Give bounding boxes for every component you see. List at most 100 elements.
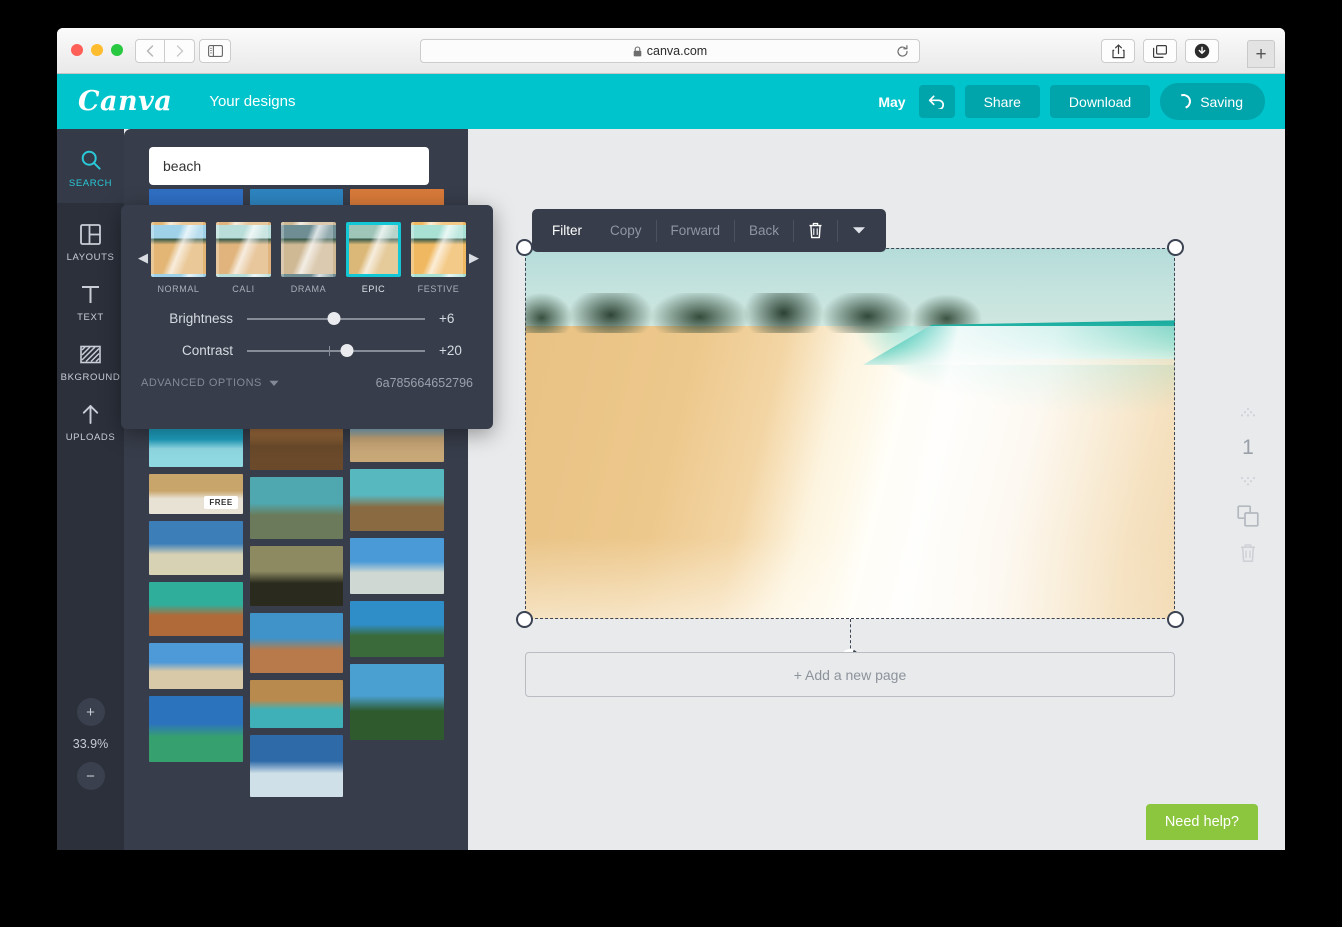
resize-handle-bottom-left[interactable] [516,611,533,628]
filter-option-epic[interactable]: EPIC [346,222,401,294]
search-result-thumbnail[interactable] [149,582,243,636]
resize-handle-top-left[interactable] [516,239,533,256]
filter-prev-icon[interactable]: ◀ [135,250,151,266]
search-result-thumbnail[interactable] [149,521,243,575]
undo-button[interactable] [918,85,955,118]
chevron-up-dotted-icon[interactable] [1238,407,1258,420]
resize-handle-top-right[interactable] [1167,239,1184,256]
downloads-icon[interactable] [1185,39,1219,63]
advanced-options-button[interactable]: ADVANCED OPTIONS [141,377,279,389]
sidebar-toggle-icon[interactable] [199,39,231,63]
filter-name-label: NORMAL [157,284,200,294]
filter-option-festive[interactable]: FESTIVE [411,222,466,294]
brightness-slider-row: Brightness +6 [121,311,493,326]
left-rail: SEARCH LAYOUTS TEXT BKGROUND UPLOADS + 3… [57,129,124,850]
sidebar-item-search[interactable]: SEARCH [57,129,124,203]
search-result-thumbnail[interactable] [350,469,444,531]
search-result-thumbnail[interactable] [249,546,344,606]
search-result-thumbnail[interactable] [249,735,344,797]
design-canvas[interactable]: Filter Copy Forward Back + Add a new pag… [468,129,1285,850]
your-designs-link[interactable]: Your designs [209,93,295,110]
search-result-thumbnail[interactable] [149,696,243,762]
filter-option-normal[interactable]: NORMAL [151,222,206,294]
download-button[interactable]: Download [1049,85,1151,118]
back-button[interactable]: Back [735,219,793,243]
text-icon [80,282,101,306]
browser-chrome: canva.com + [57,28,1285,74]
page-number: 1 [1242,436,1254,459]
free-badge: FREE [204,496,238,509]
sidebar-item-uploads[interactable]: UPLOADS [57,383,124,443]
more-options-button[interactable] [838,219,880,243]
filter-next-icon[interactable]: ▶ [466,250,482,266]
search-input-value: beach [163,158,202,174]
sidebar-item-label: TEXT [77,312,104,323]
sidebar-item-label: UPLOADS [65,432,116,443]
maximize-window-button[interactable] [111,44,123,56]
sidebar-item-text[interactable]: TEXT [57,263,124,323]
sidebar-item-bkground[interactable]: BKGROUND [57,323,124,383]
background-icon [80,342,101,366]
chevron-down-dotted-icon[interactable] [1238,476,1258,489]
minimize-window-button[interactable] [91,44,103,56]
brightness-knob[interactable] [327,311,341,325]
search-result-thumbnail[interactable] [249,680,344,728]
delete-page-icon[interactable] [1239,543,1257,563]
show-tabs-icon[interactable] [1143,39,1177,63]
foam-region [655,325,1175,619]
reload-icon[interactable] [894,43,911,60]
filter-thumbnail [216,222,271,277]
resize-handle-bottom-right[interactable] [1167,611,1184,628]
sidebar-item-label: SEARCH [68,178,113,189]
filter-list: NORMAL CALI DRAMA EPIC FESTIVE [151,222,466,294]
filter-button[interactable]: Filter [538,219,596,243]
brightness-label: Brightness [169,311,233,326]
search-input[interactable]: beach [149,147,429,185]
filter-option-drama[interactable]: DRAMA [281,222,336,294]
contrast-slider[interactable] [247,343,425,357]
layouts-icon [80,222,101,246]
need-help-button[interactable]: Need help? [1145,804,1258,840]
filter-popup: ◀ NORMAL CALI DRAMA EPIC FESTIVE ▶ Brightnes… [121,205,493,429]
forward-button[interactable]: Forward [657,219,735,243]
browser-window: canva.com + Canva Your designs May Share… [57,28,1285,850]
canva-logo[interactable]: Canva [78,86,172,117]
element-toolbar: Filter Copy Forward Back [532,209,887,252]
share-icon[interactable] [1101,39,1135,63]
filter-name-label: CALI [232,284,255,294]
search-result-thumbnail[interactable]: FREE [149,474,243,514]
search-result-thumbnail[interactable] [149,643,243,689]
filter-thumbnail [346,222,401,277]
app-body: SEARCH LAYOUTS TEXT BKGROUND UPLOADS + 3… [57,129,1285,850]
forward-icon[interactable] [165,39,195,63]
search-result-thumbnail[interactable] [249,477,344,539]
page-tools: 1 [1237,407,1259,563]
contrast-knob[interactable] [340,343,354,357]
sidebar-item-layouts[interactable]: LAYOUTS [57,203,124,263]
beach-photo [525,248,1175,619]
sidebar-item-label: BKGROUND [60,372,121,383]
filter-filmstrip: ◀ NORMAL CALI DRAMA EPIC FESTIVE ▶ [121,222,493,294]
back-icon[interactable] [135,39,165,63]
filter-option-cali[interactable]: CALI [216,222,271,294]
search-result-thumbnail[interactable] [350,538,444,594]
undo-icon [928,94,945,109]
zoom-out-button[interactable]: − [76,762,105,790]
contrast-default-tick [328,345,330,356]
search-result-thumbnail[interactable] [350,664,444,740]
brightness-slider[interactable] [247,311,425,325]
search-result-thumbnail[interactable] [350,601,444,657]
copy-button[interactable]: Copy [596,219,656,243]
delete-button[interactable] [794,219,837,243]
zoom-in-button[interactable]: + [76,698,105,726]
duplicate-page-icon[interactable] [1237,505,1259,527]
selected-image-element[interactable] [516,239,1184,670]
saving-label: Saving [1200,93,1243,110]
header-actions: May Share Download Saving [878,83,1265,120]
url-bar[interactable]: canva.com [420,39,920,63]
add-new-page-button[interactable]: + Add a new page [525,652,1175,697]
new-tab-button[interactable]: + [1247,40,1275,68]
close-window-button[interactable] [71,44,83,56]
share-button[interactable]: Share [964,85,1040,118]
search-result-thumbnail[interactable] [249,613,344,673]
